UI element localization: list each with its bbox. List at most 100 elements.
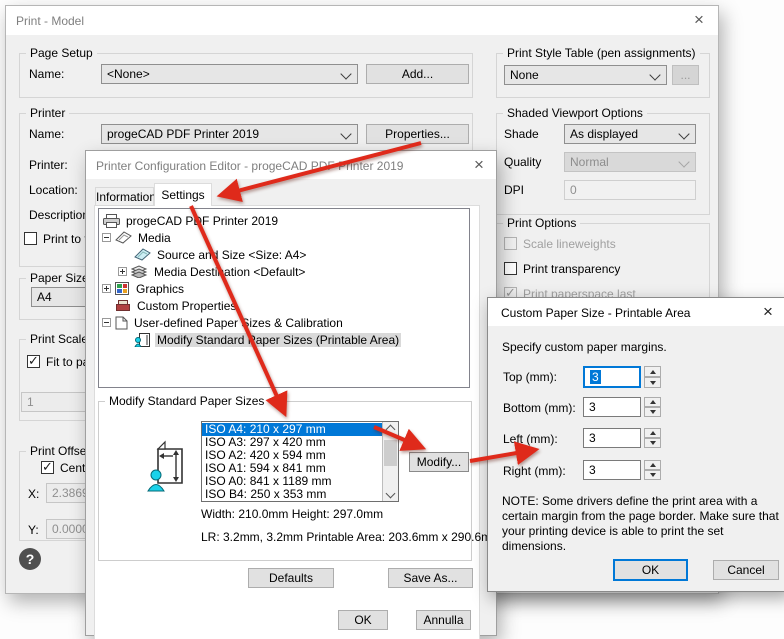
- size-info-text: Width: 210.0mm Height: 297.0mm: [201, 507, 384, 521]
- left-margin-field[interactable]: 3: [583, 428, 641, 448]
- scale-lineweights-checkbox[interactable]: [504, 237, 517, 250]
- chevron-down-icon: [340, 68, 352, 80]
- custom-properties-icon: [116, 300, 130, 311]
- custom-paper-size-dialog: Custom Paper Size - Printable Area Speci…: [487, 297, 784, 592]
- config-ok-button[interactable]: OK: [338, 610, 388, 630]
- fit-to-paper-checkbox[interactable]: [27, 353, 40, 369]
- spin-down-icon[interactable]: [644, 377, 661, 388]
- expand-icon[interactable]: [102, 284, 111, 293]
- tree-item-modify-standard-sizes[interactable]: Modify Standard Paper Sizes (Printable A…: [99, 331, 469, 348]
- offset-x-label: X:: [28, 487, 40, 501]
- custom-cancel-button[interactable]: Cancel: [713, 560, 779, 580]
- scroll-down-icon[interactable]: [385, 488, 396, 499]
- chevron-down-icon: [678, 156, 690, 168]
- config-dialog-titlebar[interactable]: Printer Configuration Editor - progeCAD …: [86, 151, 496, 179]
- paper-size-big-icon: [147, 440, 183, 492]
- tree-item-custom-properties[interactable]: Custom Properties: [99, 297, 469, 314]
- left-margin-label: Left (mm):: [503, 432, 558, 446]
- offset-y-label: Y:: [28, 523, 39, 537]
- quality-combo[interactable]: Normal: [564, 152, 696, 172]
- close-icon[interactable]: [688, 9, 710, 31]
- dpi-field[interactable]: 0: [564, 180, 696, 200]
- quality-label: Quality: [504, 155, 542, 169]
- chevron-down-icon: [649, 69, 661, 81]
- print-dialog-title: Print - Model: [16, 14, 85, 28]
- margins-instruction: Specify custom paper margins.: [502, 340, 667, 354]
- right-margin-field[interactable]: 3: [583, 460, 641, 480]
- top-margin-field[interactable]: 3: [583, 366, 641, 388]
- printer-settings-tree[interactable]: progeCAD PDF Printer 2019 Media Source a…: [98, 208, 470, 388]
- tree-item-media-destination[interactable]: Media Destination <Default>: [99, 263, 469, 280]
- help-icon[interactable]: [19, 548, 41, 570]
- tab-information[interactable]: Information: [95, 187, 156, 206]
- modify-button[interactable]: Modify...: [409, 452, 469, 472]
- shade-label: Shade: [504, 127, 539, 141]
- add-button[interactable]: Add...: [366, 64, 469, 84]
- print-to-file-label: Print to f: [43, 232, 88, 246]
- tree-item-graphics[interactable]: Graphics: [99, 280, 469, 297]
- paper-size-list[interactable]: ISO A4: 210 x 297 mm ISO A3: 297 x 420 m…: [201, 421, 399, 502]
- print-to-file-checkbox[interactable]: [24, 232, 37, 245]
- config-cancel-button[interactable]: Annulla: [416, 610, 471, 630]
- custom-ok-button[interactable]: OK: [613, 559, 688, 581]
- paper-source-icon: [134, 248, 151, 261]
- print-style-browse-button[interactable]: ...: [672, 65, 699, 85]
- graphics-icon: [115, 282, 129, 295]
- chevron-down-icon: [678, 128, 690, 140]
- spin-down-icon[interactable]: [644, 470, 661, 480]
- list-item-iso-b4[interactable]: ISO B4: 250 x 353 mm: [202, 488, 398, 501]
- print-dialog-titlebar[interactable]: Print - Model: [6, 6, 718, 35]
- close-icon[interactable]: [757, 301, 779, 323]
- center-checkbox[interactable]: [41, 459, 54, 475]
- printer-name-combo[interactable]: progeCAD PDF Printer 2019: [101, 124, 358, 144]
- custom-dialog-titlebar[interactable]: Custom Paper Size - Printable Area: [488, 298, 784, 326]
- description-label: Description:: [29, 208, 93, 222]
- tab-settings[interactable]: Settings: [154, 183, 212, 206]
- spin-down-icon[interactable]: [644, 438, 661, 448]
- list-scrollbar[interactable]: [382, 422, 398, 501]
- properties-button[interactable]: Properties...: [366, 124, 469, 144]
- collapse-icon[interactable]: [102, 318, 111, 327]
- media-icon: [115, 231, 132, 244]
- bottom-margin-label: Bottom (mm):: [503, 401, 576, 415]
- right-margin-spinner[interactable]: [644, 460, 661, 480]
- dpi-label: DPI: [504, 183, 525, 197]
- print-style-combo[interactable]: None: [504, 65, 667, 85]
- printable-info-text: LR: 3.2mm, 3.2mm Printable Area: 203.6mm…: [201, 530, 502, 544]
- printer-group-label: Printer: [26, 106, 70, 120]
- top-margin-label: Top (mm):: [503, 370, 557, 384]
- bottom-margin-spinner[interactable]: [644, 397, 661, 417]
- spin-up-icon[interactable]: [644, 366, 661, 377]
- shaded-viewport-label: Shaded Viewport Options: [503, 106, 647, 120]
- spin-up-icon[interactable]: [644, 460, 661, 470]
- collapse-icon[interactable]: [102, 233, 111, 242]
- spin-up-icon[interactable]: [644, 397, 661, 407]
- print-transparency-checkbox[interactable]: [504, 262, 517, 275]
- printer-icon: [103, 213, 120, 228]
- printer-name-label: Name:: [29, 127, 65, 141]
- bottom-margin-field[interactable]: 3: [583, 397, 641, 417]
- defaults-button[interactable]: Defaults: [248, 568, 334, 588]
- tree-item-user-paper-sizes[interactable]: User-defined Paper Sizes & Calibration: [99, 314, 469, 331]
- scroll-up-icon[interactable]: [385, 424, 396, 435]
- tree-item-printer[interactable]: progeCAD PDF Printer 2019: [99, 212, 469, 229]
- config-dialog-title: Printer Configuration Editor - progeCAD …: [96, 159, 404, 173]
- shade-combo[interactable]: As displayed: [564, 124, 696, 144]
- tree-item-media[interactable]: Media: [99, 229, 469, 246]
- paper-sizes-icon: [115, 316, 128, 329]
- location-label: Location:: [29, 183, 78, 197]
- save-as-button[interactable]: Save As...: [388, 568, 473, 588]
- scrollbar-thumb[interactable]: [384, 440, 397, 466]
- modify-sizes-group-label: Modify Standard Paper Sizes: [105, 394, 269, 408]
- spin-down-icon[interactable]: [644, 407, 661, 417]
- top-margin-spinner[interactable]: [644, 366, 661, 388]
- page-setup-name-label: Name:: [29, 67, 65, 81]
- scale-lineweights-label: Scale lineweights: [523, 237, 616, 251]
- page-setup-name-combo[interactable]: <None>: [101, 64, 358, 84]
- left-margin-spinner[interactable]: [644, 428, 661, 448]
- expand-icon[interactable]: [118, 267, 127, 276]
- spin-up-icon[interactable]: [644, 428, 661, 438]
- close-icon[interactable]: [468, 154, 490, 176]
- modify-paper-icon: [134, 332, 150, 347]
- tree-item-source-size[interactable]: Source and Size <Size: A4>: [99, 246, 469, 263]
